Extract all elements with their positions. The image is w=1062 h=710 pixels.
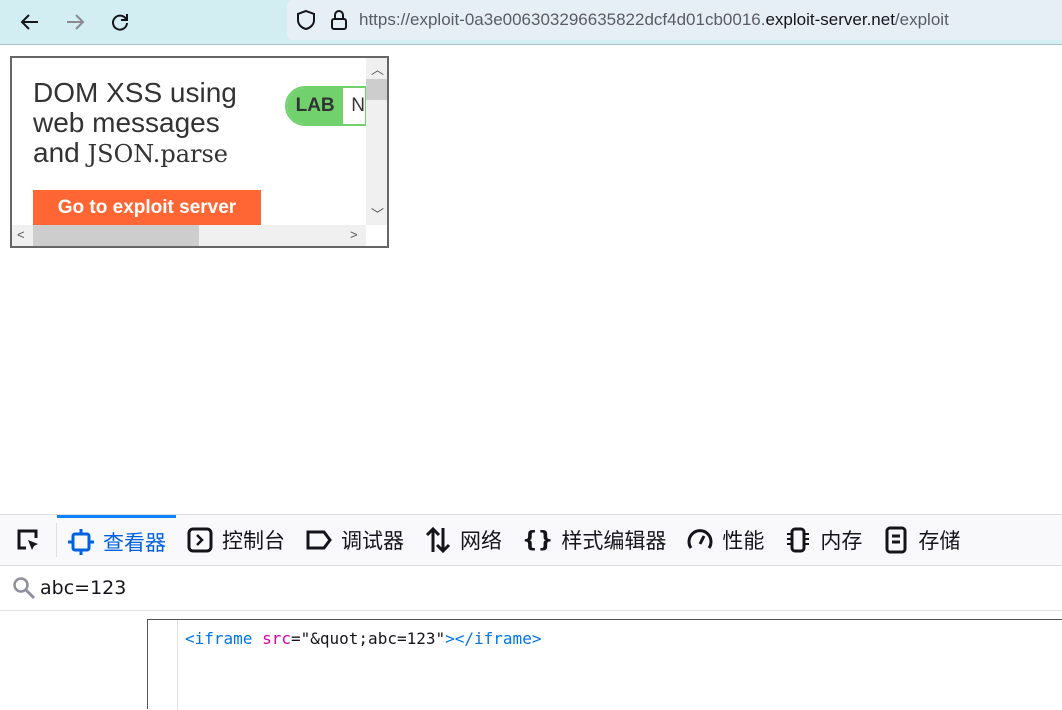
tab-inspector[interactable]: 查看器 [57,514,176,566]
shield-icon[interactable] [295,9,317,31]
url-domain: exploit-server.net [765,10,895,29]
tab-label: 网络 [460,529,502,553]
tag-close: ></iframe> [445,629,542,648]
tab-label: 内存 [820,529,863,553]
element-picker-icon [17,529,38,550]
devtools-panel: 查看器 控制台 调试器 网络 {} 样式编辑器 性能 内存 存储 abc=123 … [0,514,1062,710]
html-search-bar[interactable]: abc=123 [0,566,1062,611]
vertical-scrollbar[interactable]: ︿ ﹀ [366,58,387,225]
attr-eq: = [290,629,301,648]
devtools-tabs: 查看器 控制台 调试器 网络 {} 样式编辑器 性能 内存 存储 [0,514,1062,566]
search-icon [13,577,36,600]
forward-button[interactable] [61,8,89,36]
tab-debugger[interactable]: 调试器 [295,515,414,566]
tab-memory[interactable]: 内存 [774,515,872,566]
browser-toolbar: https://exploit-0a3e006303296635822dcf4d… [0,0,1062,45]
reload-icon [112,14,128,31]
url-text[interactable]: https://exploit-0a3e006303296635822dcf4d… [359,10,949,30]
tag-open: <iframe [185,629,253,648]
tab-network[interactable]: 网络 [414,515,512,566]
tab-label: 性能 [722,529,765,553]
style-editor-icon: {} [522,527,554,553]
title-and: and [33,137,80,168]
url-path: /exploit [894,10,949,29]
vertical-scroll-thumb[interactable] [366,79,387,100]
storage-icon [885,526,907,554]
search-input[interactable]: abc=123 [40,577,126,599]
inspector-icon [68,528,94,555]
scroll-up-icon[interactable]: ︿ [371,59,384,78]
memory-icon [787,527,810,553]
network-icon [425,526,451,554]
markup-node-iframe[interactable]: <iframe src="&quot;abc=123"></iframe> [185,629,541,648]
tab-storage[interactable]: 存储 [872,515,970,566]
performance-icon [687,529,713,549]
tab-label: 查看器 [103,530,166,555]
lab-title: DOM XSS using web messages and JSON.parse [33,78,273,169]
scroll-right-icon[interactable]: > [350,227,358,242]
debugger-icon [306,530,332,550]
reload-button[interactable] [106,8,134,36]
arrow-right-icon [67,14,85,30]
go-to-exploit-server-button[interactable]: Go to exploit server [33,190,261,225]
tab-console[interactable]: 控制台 [176,515,295,566]
title-line1: DOM XSS using [33,77,237,108]
arrow-left-icon [20,14,38,30]
tab-label: 存储 [918,529,961,553]
tab-label: 样式编辑器 [561,529,667,553]
scroll-left-icon[interactable]: < [17,227,25,242]
url-prefix: https://exploit-0a3e006303296635822dcf4d… [359,10,766,29]
horizontal-scrollbar[interactable]: < > [12,225,366,246]
back-button[interactable] [16,8,44,36]
lab-badge-label: LAB [287,88,344,124]
console-icon [187,527,213,553]
tab-label: 控制台 [222,529,285,553]
title-line2: web messages [33,107,220,138]
tab-style-editor[interactable]: {} 样式编辑器 [512,515,676,566]
attr-value: "&quot;abc=123" [300,629,446,648]
attr-name: src [262,629,291,648]
tab-performance[interactable]: 性能 [676,515,774,566]
markup-view: <iframe src="&quot;abc=123"></iframe> [147,619,1062,710]
element-picker-button[interactable] [0,523,57,557]
lab-status-badge: LAB N [285,86,367,126]
horizontal-scroll-thumb[interactable] [33,225,199,246]
lab-badge-status: N [343,88,365,124]
exploit-iframe: DOM XSS using web messages and JSON.parse … [10,56,389,248]
gutter [177,620,178,710]
scroll-down-icon[interactable]: ﹀ [371,204,384,223]
tab-label: 调试器 [341,529,404,553]
title-code: JSON.parse [87,140,229,168]
url-bar[interactable]: https://exploit-0a3e006303296635822dcf4d… [287,0,1062,40]
lock-icon[interactable] [329,9,349,31]
